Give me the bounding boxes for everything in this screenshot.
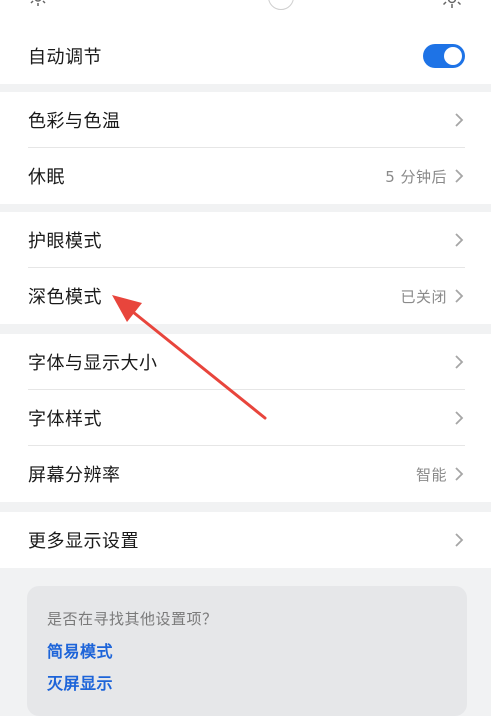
color-temp-label: 色彩与色温 (28, 111, 121, 132)
chevron-right-icon (455, 533, 464, 547)
sleep-value: 5 分钟后 (385, 167, 447, 186)
font-size-label: 字体与显示大小 (28, 353, 158, 374)
suggestion-question: 是否在寻找其他设置项？ (47, 610, 218, 628)
chevron-right-icon (455, 233, 464, 247)
font-style-row[interactable]: 字体样式 (0, 390, 491, 446)
aod-link[interactable]: 灭屏显示 (47, 670, 113, 694)
resolution-value: 智能 (415, 465, 447, 484)
brightness-slider-row (0, 0, 491, 28)
brightness-high-icon (443, 0, 461, 8)
font-size-row[interactable]: 字体与显示大小 (0, 334, 491, 390)
brightness-slider-thumb[interactable] (268, 0, 294, 10)
dark-mode-value: 已关闭 (400, 287, 447, 306)
auto-adjust-row[interactable]: 自动调节 (0, 28, 491, 84)
chevron-right-icon (455, 467, 464, 481)
resolution-label: 屏幕分辨率 (28, 465, 121, 486)
eye-comfort-row[interactable]: 护眼模式 (0, 212, 491, 268)
sleep-label: 休眠 (28, 167, 65, 188)
sleep-row[interactable]: 休眠 5 分钟后 (0, 148, 491, 204)
dark-mode-row[interactable]: 深色模式 已关闭 (0, 268, 491, 324)
chevron-right-icon (455, 169, 464, 183)
more-settings-row[interactable]: 更多显示设置 (0, 512, 491, 568)
eye-comfort-label: 护眼模式 (28, 231, 102, 252)
dark-mode-label: 深色模式 (28, 287, 102, 308)
font-display-card: 字体与显示大小 字体样式 屏幕分辨率 智能 (0, 334, 491, 502)
more-settings-label: 更多显示设置 (28, 531, 139, 552)
chevron-right-icon (455, 355, 464, 369)
simple-mode-link[interactable]: 简易模式 (47, 638, 113, 662)
chevron-right-icon (455, 289, 464, 303)
toggle-knob (444, 47, 462, 65)
color-temp-row[interactable]: 色彩与色温 (0, 92, 491, 148)
auto-adjust-label: 自动调节 (28, 47, 102, 68)
auto-adjust-toggle[interactable] (423, 44, 465, 68)
suggestion-box: 是否在寻找其他设置项？ 简易模式 灭屏显示 (27, 586, 467, 716)
chevron-right-icon (455, 113, 464, 127)
chevron-right-icon (455, 411, 464, 425)
font-style-label: 字体样式 (28, 409, 102, 430)
auto-adjust-card: 自动调节 (0, 28, 491, 84)
eye-dark-card: 护眼模式 深色模式 已关闭 (0, 212, 491, 324)
brightness-low-icon (30, 0, 46, 6)
more-settings-card: 更多显示设置 (0, 512, 491, 568)
resolution-row[interactable]: 屏幕分辨率 智能 (0, 446, 491, 502)
color-sleep-card: 色彩与色温 休眠 5 分钟后 (0, 92, 491, 204)
